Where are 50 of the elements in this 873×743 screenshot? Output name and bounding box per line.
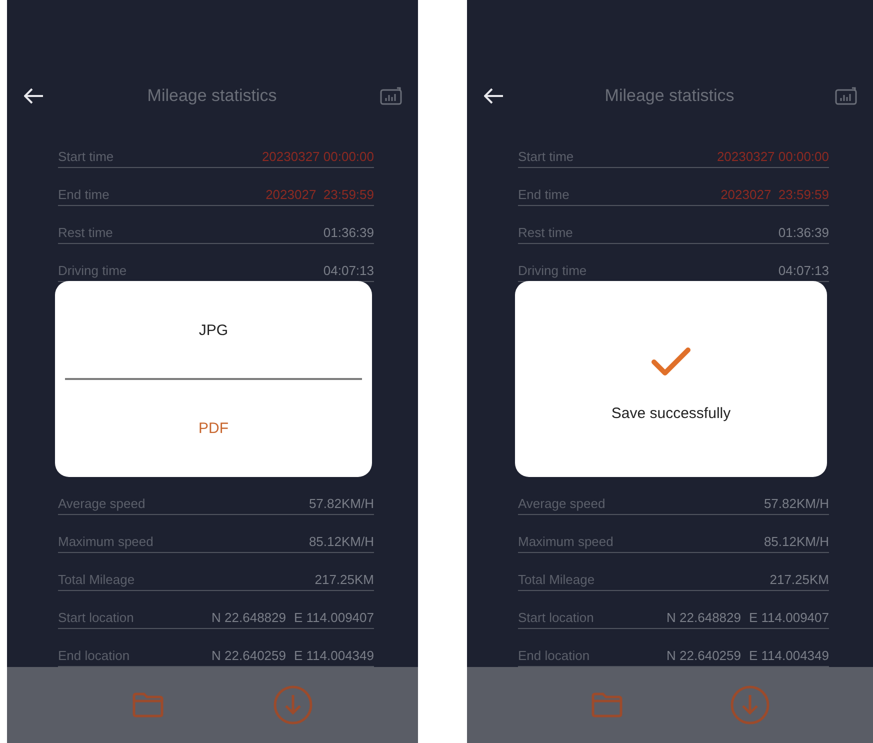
row-value: 217.25KM bbox=[314, 572, 374, 587]
row-label: Maximum speed bbox=[518, 534, 614, 549]
row-value: E 114.004349 bbox=[749, 648, 829, 663]
format-option[interactable]: PDF bbox=[55, 380, 372, 476]
back-icon[interactable] bbox=[484, 88, 504, 104]
row-label: Driving time bbox=[518, 263, 587, 278]
row-value: E 114.009407 bbox=[294, 610, 374, 625]
row-label: Total Mileage bbox=[58, 572, 135, 587]
row-label: Total Mileage bbox=[518, 572, 595, 587]
row-value: 04:07:13 bbox=[323, 263, 374, 278]
row-value: N 22.640259 bbox=[666, 648, 741, 663]
checkmark-icon bbox=[651, 346, 691, 376]
chart-icon[interactable] bbox=[380, 87, 402, 105]
row-label: Rest time bbox=[518, 225, 573, 240]
row-value: E 114.009407 bbox=[749, 610, 829, 625]
row-value: N 22.648829 bbox=[212, 610, 286, 625]
row-value: N 22.640259 bbox=[212, 648, 286, 663]
row-value: 20230327 00:00:00 bbox=[716, 149, 829, 164]
row-label: Maximum speed bbox=[58, 534, 154, 549]
row-value: N 22.648829 bbox=[666, 610, 741, 625]
row-label: Start time bbox=[518, 149, 574, 164]
row-label: Average speed bbox=[518, 496, 606, 511]
row-label: Start time bbox=[58, 149, 114, 164]
row-value: 20230327 00:00:00 bbox=[262, 149, 374, 164]
back-icon[interactable] bbox=[24, 88, 44, 104]
row-label: End location bbox=[518, 648, 590, 663]
row-label: End time bbox=[518, 187, 570, 202]
chart-icon[interactable] bbox=[835, 87, 857, 105]
row-value: 85.12KM/H bbox=[764, 534, 829, 549]
row-value: 217.25KM bbox=[770, 572, 829, 587]
toast-message: Save successfully bbox=[611, 404, 731, 422]
row-label: Driving time bbox=[58, 263, 127, 278]
screen-title: Mileage statistics bbox=[604, 86, 734, 106]
row-value: 2023027 23:59:59 bbox=[720, 187, 829, 202]
row-value: 2023027 23:59:59 bbox=[266, 187, 374, 202]
row-label: Rest time bbox=[58, 225, 113, 240]
row-label: Average speed bbox=[58, 496, 146, 511]
row-label: Start location bbox=[518, 610, 594, 625]
row-value: 57.82KM/H bbox=[308, 496, 374, 511]
row-value: E 114.004349 bbox=[294, 648, 374, 663]
row-value: 57.82KM/H bbox=[764, 496, 829, 511]
row-value: 85.12KM/H bbox=[308, 534, 374, 549]
row-label: End location bbox=[58, 648, 130, 663]
row-label: Start location bbox=[58, 610, 134, 625]
row-value: 01:36:39 bbox=[778, 225, 829, 240]
row-value: 01:36:39 bbox=[323, 225, 374, 240]
format-option[interactable]: JPG bbox=[55, 282, 372, 378]
row-value: 04:07:13 bbox=[778, 263, 829, 278]
row-label: End time bbox=[58, 187, 110, 202]
screen-title: Mileage statistics bbox=[147, 86, 277, 106]
